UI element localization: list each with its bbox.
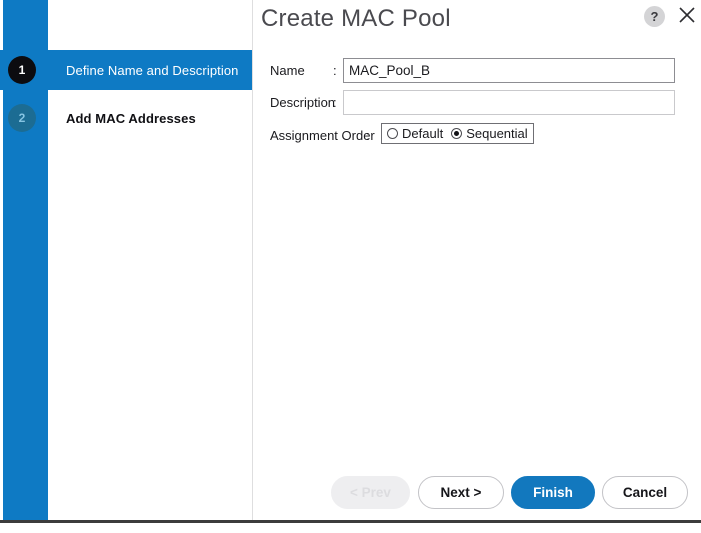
radio-sequential-indicator [451,128,463,139]
help-icon[interactable]: ? [644,6,665,27]
help-icon-glyph: ? [650,9,659,24]
step-1-number: 1 [18,63,26,77]
next-button[interactable]: Next > [418,476,504,509]
step-2-bullet: 2 [8,104,36,132]
dialog-footer: < Prev Next > Finish Cancel [254,476,701,512]
step-2-number: 2 [18,111,26,125]
dialog-content: Create MAC Pool ? Name : Description : A… [254,0,701,520]
assignment-order-radio-group: Default Sequential [381,123,534,144]
sidebar-item-define-name-and-description[interactable]: 1 Define Name and Description [0,50,252,90]
close-icon[interactable] [674,2,700,28]
name-field-row: Name : [254,58,701,84]
description-input[interactable] [343,90,675,115]
name-label: Name [270,63,305,78]
step-2-label: Add MAC Addresses [66,110,196,126]
wizard-sidebar: 1 Define Name and Description 2 Add MAC … [0,0,253,520]
page-title: Create MAC Pool [261,5,451,32]
create-mac-pool-dialog: 1 Define Name and Description 2 Add MAC … [0,0,701,523]
description-separator: : [333,95,337,110]
radio-sequential-label: Sequential [466,126,528,141]
step-1-label: Define Name and Description [66,62,239,78]
name-input[interactable] [343,58,675,83]
finish-button[interactable]: Finish [511,476,595,509]
assignment-order-row: Assignment Order : Default Sequential [254,123,701,149]
radio-sequential[interactable]: Sequential [451,126,528,141]
assignment-order-label: Assignment Order [270,128,375,143]
name-separator: : [333,63,337,78]
assignment-order-separator: : [366,128,370,143]
radio-default[interactable]: Default [387,126,443,141]
description-label: Description [270,95,336,110]
prev-button[interactable]: < Prev [331,476,410,509]
description-field-row: Description : [254,90,701,116]
radio-default-label: Default [402,126,444,141]
step-1-bullet: 1 [8,56,36,84]
sidebar-item-add-mac-addresses[interactable]: 2 Add MAC Addresses [0,98,252,138]
cancel-button[interactable]: Cancel [602,476,688,509]
radio-default-indicator [387,128,398,139]
